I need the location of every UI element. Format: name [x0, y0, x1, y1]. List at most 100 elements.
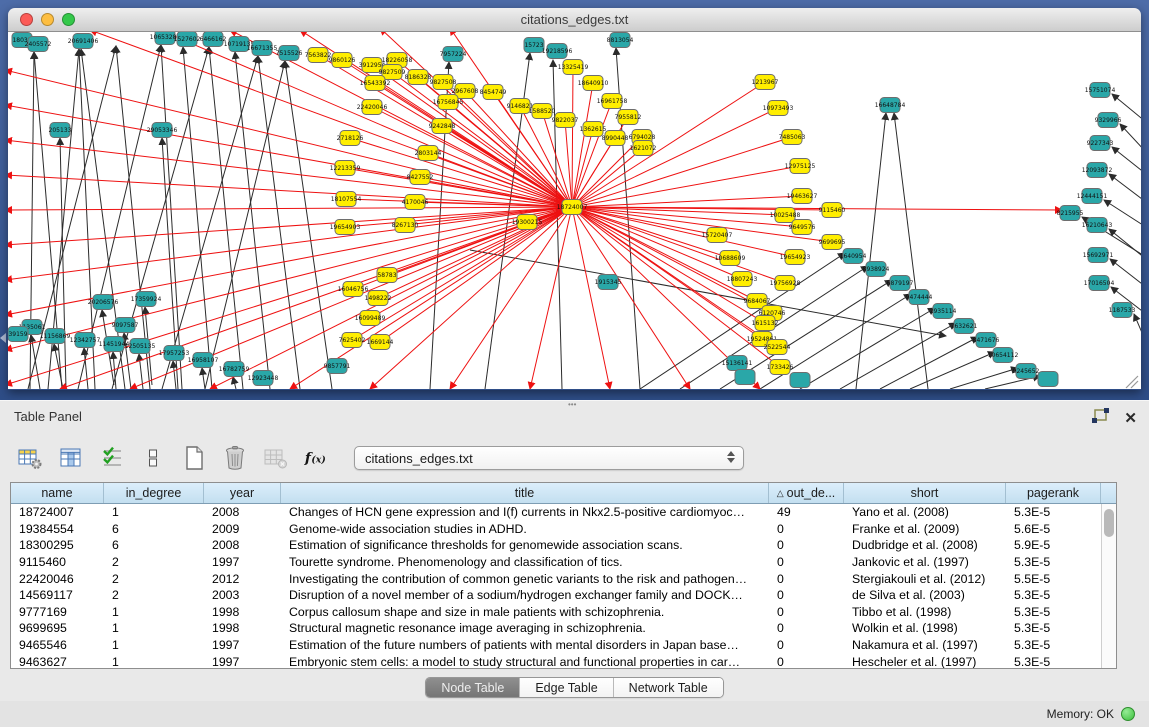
table-cell[interactable]: 22420046 — [11, 572, 104, 586]
window-titlebar[interactable]: citations_edges.txt — [8, 8, 1141, 32]
table-cell[interactable]: 49 — [769, 505, 844, 519]
table-cell[interactable]: 5.3E-5 — [1006, 588, 1101, 602]
row-selector-icon[interactable] — [139, 444, 167, 472]
table-cell[interactable]: Changes of HCN gene expression and I(f) … — [281, 505, 769, 519]
table-cell[interactable]: 6 — [104, 522, 204, 536]
table-cell[interactable]: Embryonic stem cells: a model to study s… — [281, 655, 769, 668]
table-cell[interactable]: 1 — [104, 505, 204, 519]
table-cell[interactable]: 2 — [104, 572, 204, 586]
table-cell[interactable]: 0 — [769, 555, 844, 569]
table-cell[interactable]: 19384554 — [11, 522, 104, 536]
table-cell[interactable]: 0 — [769, 621, 844, 635]
table-cell[interactable]: 2 — [104, 588, 204, 602]
float-panel-icon[interactable] — [1090, 407, 1110, 430]
table-cell[interactable]: 1 — [104, 638, 204, 652]
show-column-icon[interactable] — [57, 444, 85, 472]
table-cell[interactable]: 1997 — [204, 555, 281, 569]
table-row[interactable]: 1872400712008Changes of HCN gene express… — [11, 504, 1101, 521]
table-cell[interactable]: 5.3E-5 — [1006, 605, 1101, 619]
tab-node-table[interactable]: Node Table — [426, 678, 520, 697]
table-cell[interactable]: Disruption of a novel member of a sodium… — [281, 588, 769, 602]
tab-network-table[interactable]: Network Table — [614, 678, 723, 697]
table-cell[interactable]: Estimation of significance thresholds fo… — [281, 538, 769, 552]
column-header-pagerank[interactable]: pagerank — [1006, 483, 1101, 503]
table-cell[interactable]: 5.3E-5 — [1006, 638, 1101, 652]
table-cell[interactable]: Nakamura et al. (1997) — [844, 638, 1006, 652]
table-cell[interactable]: 1998 — [204, 621, 281, 635]
table-row[interactable]: 946554611997Estimation of the future num… — [11, 637, 1101, 654]
table-cell[interactable]: Genome-wide association studies in ADHD. — [281, 522, 769, 536]
table-cell[interactable]: 0 — [769, 572, 844, 586]
table-cell[interactable]: 9465546 — [11, 638, 104, 652]
table-cell[interactable]: 5.6E-5 — [1006, 522, 1101, 536]
new-table-icon[interactable] — [180, 444, 208, 472]
minimize-window-button[interactable] — [41, 13, 54, 26]
table-cell[interactable]: 18300295 — [11, 538, 104, 552]
table-row[interactable]: 1938455462009Genome-wide association stu… — [11, 521, 1101, 538]
table-cell[interactable]: 18724007 — [11, 505, 104, 519]
table-cell[interactable]: 5.3E-5 — [1006, 555, 1101, 569]
table-cell[interactable]: de Silva et al. (2003) — [844, 588, 1006, 602]
column-header-title[interactable]: title — [281, 483, 769, 503]
table-row[interactable]: 1830029562008Estimation of significance … — [11, 537, 1101, 554]
table-cell[interactable]: 1 — [104, 655, 204, 668]
table-cell[interactable]: Tibbo et al. (1998) — [844, 605, 1006, 619]
table-cell[interactable]: 1998 — [204, 605, 281, 619]
table-cell[interactable]: Dudbridge et al. (2008) — [844, 538, 1006, 552]
delete-column-icon[interactable] — [221, 444, 249, 472]
table-cell[interactable]: 2003 — [204, 588, 281, 602]
table-cell[interactable]: 2008 — [204, 505, 281, 519]
network-view-window[interactable]: citations_edges.txt 18033240557220691406… — [8, 8, 1141, 390]
table-cell[interactable]: 1 — [104, 621, 204, 635]
table-row[interactable]: 969969511998Structural magnetic resonanc… — [11, 620, 1101, 637]
table-cell[interactable]: 2008 — [204, 538, 281, 552]
table-cell[interactable]: Estimation of the future numbers of pati… — [281, 638, 769, 652]
table-cell[interactable]: Stergiakouli et al. (2012) — [844, 572, 1006, 586]
table-scrollbar-thumb[interactable] — [1104, 509, 1114, 537]
table-source-select[interactable]: citations_edges.txt — [354, 446, 744, 470]
select-columns-icon[interactable] — [98, 444, 126, 472]
table-row[interactable]: 2242004622012Investigating the contribut… — [11, 570, 1101, 587]
network-node[interactable] — [735, 370, 755, 385]
table-cell[interactable]: 2009 — [204, 522, 281, 536]
table-cell[interactable]: 0 — [769, 522, 844, 536]
table-cell[interactable]: 1997 — [204, 655, 281, 668]
table-cell[interactable]: 9777169 — [11, 605, 104, 619]
table-cell[interactable]: 9699695 — [11, 621, 104, 635]
table-row[interactable]: 946362711997Embryonic stem cells: a mode… — [11, 653, 1101, 668]
table-row[interactable]: 977716911998Corpus callosum shape and si… — [11, 604, 1101, 621]
table-cell[interactable]: Jankovic et al. (1997) — [844, 555, 1006, 569]
table-cell[interactable]: Yano et al. (2008) — [844, 505, 1006, 519]
table-cell[interactable]: Wolkin et al. (1998) — [844, 621, 1006, 635]
column-header-out_de[interactable]: △out_de... — [769, 483, 844, 503]
close-window-button[interactable] — [20, 13, 33, 26]
tab-edge-table[interactable]: Edge Table — [520, 678, 613, 697]
table-mode-icon[interactable] — [16, 444, 44, 472]
table-cell[interactable]: 2012 — [204, 572, 281, 586]
table-cell[interactable]: 0 — [769, 638, 844, 652]
table-cell[interactable]: 5.3E-5 — [1006, 621, 1101, 635]
column-header-in_degree[interactable]: in_degree — [104, 483, 204, 503]
table-cell[interactable]: Investigating the contribution of common… — [281, 572, 769, 586]
table-cell[interactable]: 14569117 — [11, 588, 104, 602]
table-cell[interactable]: Structural magnetic resonance image aver… — [281, 621, 769, 635]
network-node[interactable] — [1038, 372, 1058, 387]
window-resize-grip-icon[interactable] — [1126, 376, 1138, 388]
table-row[interactable]: 1456911722003Disruption of a novel membe… — [11, 587, 1101, 604]
table-cell[interactable]: 6 — [104, 538, 204, 552]
citation-network-graph[interactable]: 1803324055722069140610653287152760264661… — [8, 32, 1141, 389]
network-canvas[interactable]: 1803324055722069140610653287152760264661… — [8, 32, 1141, 389]
table-cell[interactable]: 1997 — [204, 638, 281, 652]
zoom-window-button[interactable] — [62, 13, 75, 26]
network-node[interactable] — [790, 373, 810, 388]
function-builder-icon[interactable]: f (x) — [303, 444, 331, 472]
table-row[interactable]: 911546021997Tourette syndrome. Phenomeno… — [11, 554, 1101, 571]
memory-status-indicator[interactable] — [1121, 707, 1135, 721]
table-cell[interactable]: Tourette syndrome. Phenomenology and cla… — [281, 555, 769, 569]
column-header-name[interactable]: name — [11, 483, 104, 503]
table-scrollbar[interactable] — [1101, 504, 1116, 668]
table-cell[interactable]: 5.9E-5 — [1006, 538, 1101, 552]
table-cell[interactable]: 1 — [104, 605, 204, 619]
table-cell[interactable]: 2 — [104, 555, 204, 569]
table-cell[interactable]: Corpus callosum shape and size in male p… — [281, 605, 769, 619]
